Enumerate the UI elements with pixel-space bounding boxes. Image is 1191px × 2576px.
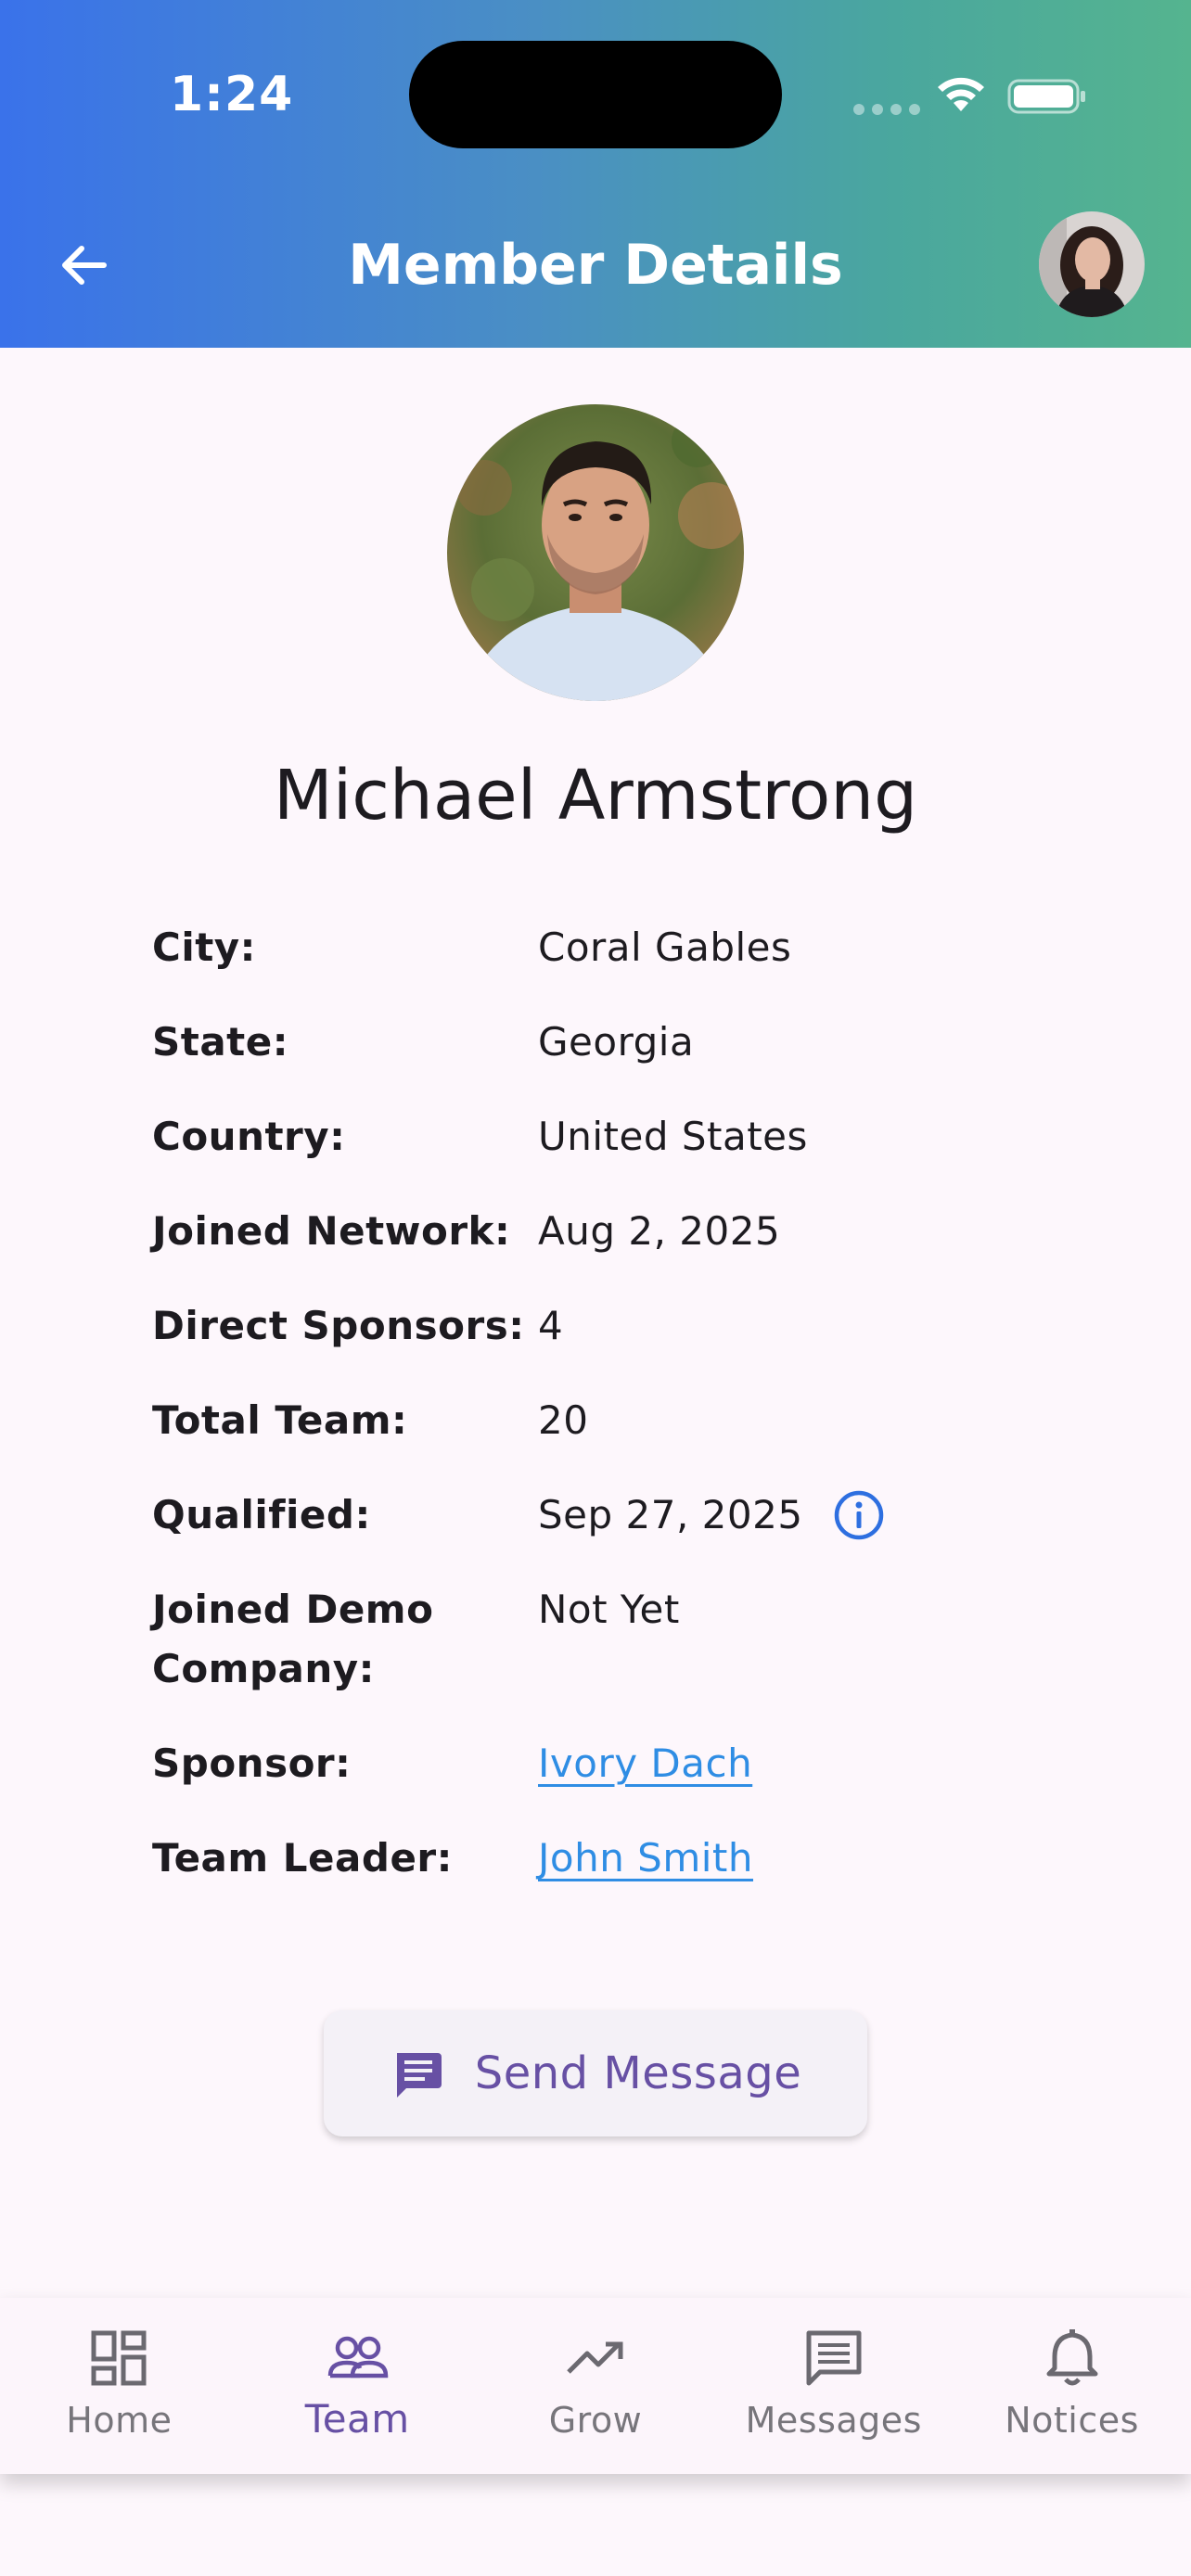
nav-label: Notices xyxy=(1005,2400,1139,2441)
member-details-screen: 1:24 Member Details Michael Armstrong Ci… xyxy=(0,0,1191,2576)
nav-item-team[interactable]: Team xyxy=(238,2298,477,2474)
send-message-label: Send Message xyxy=(474,2047,802,2099)
detail-label: Joined Network: xyxy=(152,1208,511,1254)
battery-icon xyxy=(1007,79,1085,114)
bottom-navigation: Home Team Grow Messages Notices xyxy=(0,2298,1191,2474)
bell-icon xyxy=(1046,2329,1098,2386)
nav-label: Grow xyxy=(548,2400,643,2441)
detail-label: City: xyxy=(152,925,256,970)
detail-row-joined-network: Joined Network: Aug 2, 2025 xyxy=(152,1202,1080,1261)
nav-label: Team xyxy=(304,2396,410,2442)
detail-row-team-leader: Team Leader: John Smith xyxy=(152,1829,1080,1888)
qualified-date: Sep 27, 2025 xyxy=(538,1492,803,1537)
status-time: 1:24 xyxy=(170,67,294,122)
message-icon xyxy=(396,2053,442,2098)
detail-row-qualified: Qualified: Sep 27, 2025 xyxy=(152,1486,1080,1545)
nav-item-notices[interactable]: Notices xyxy=(953,2298,1191,2474)
info-icon[interactable] xyxy=(833,1489,885,1541)
member-details-list: City: Coral Gables State: Georgia Countr… xyxy=(152,918,1080,1923)
member-name: Michael Armstrong xyxy=(273,756,918,835)
sponsor-link[interactable]: Ivory Dach xyxy=(538,1734,752,1793)
member-photo-image xyxy=(447,404,744,701)
detail-label: Joined Demo Company: xyxy=(152,1587,434,1691)
detail-label: Team Leader: xyxy=(152,1835,453,1881)
nav-label: Messages xyxy=(745,2400,922,2441)
detail-label: Country: xyxy=(152,1114,346,1159)
detail-label: Sponsor: xyxy=(152,1741,352,1786)
detail-value: Coral Gables xyxy=(538,925,792,970)
detail-row-joined-demo-company: Joined Demo Company: Not Yet xyxy=(152,1580,1080,1699)
dynamic-island xyxy=(409,41,782,148)
detail-label: Total Team: xyxy=(152,1397,408,1443)
detail-value: United States xyxy=(538,1114,808,1159)
team-icon xyxy=(327,2336,389,2378)
detail-row-sponsor: Sponsor: Ivory Dach xyxy=(152,1734,1080,1793)
send-message-button[interactable]: Send Message xyxy=(324,2010,867,2136)
detail-label: Qualified: xyxy=(152,1492,371,1537)
message-icon xyxy=(806,2330,862,2386)
app-header: 1:24 Member Details xyxy=(0,0,1191,348)
detail-row-state: State: Georgia xyxy=(152,1013,1080,1072)
user-avatar[interactable] xyxy=(1039,211,1145,317)
cellular-signal-icon xyxy=(853,104,920,115)
page-title: Member Details xyxy=(348,233,843,298)
detail-row-country: Country: United States xyxy=(152,1107,1080,1167)
wifi-icon xyxy=(938,77,984,111)
nav-item-messages[interactable]: Messages xyxy=(714,2298,953,2474)
detail-label: State: xyxy=(152,1019,289,1065)
member-photo xyxy=(447,404,744,701)
trending-up-icon xyxy=(567,2341,623,2374)
user-avatar-image xyxy=(1039,211,1145,317)
detail-label: Direct Sponsors: xyxy=(152,1303,525,1348)
detail-row-total-team: Total Team: 20 xyxy=(152,1391,1080,1450)
nav-label: Home xyxy=(66,2400,173,2441)
nav-item-home[interactable]: Home xyxy=(0,2298,238,2474)
detail-value: 20 xyxy=(538,1397,589,1443)
detail-row-city: City: Coral Gables xyxy=(152,918,1080,977)
detail-value: Georgia xyxy=(538,1019,695,1065)
dashboard-icon xyxy=(91,2330,147,2386)
team-leader-link[interactable]: John Smith xyxy=(538,1829,753,1888)
detail-value: 4 xyxy=(538,1303,564,1348)
detail-value: Aug 2, 2025 xyxy=(538,1208,781,1254)
detail-row-direct-sponsors: Direct Sponsors: 4 xyxy=(152,1296,1080,1356)
nav-item-grow[interactable]: Grow xyxy=(477,2298,715,2474)
detail-value-qualified: Sep 27, 2025 xyxy=(538,1486,885,1545)
detail-value: Not Yet xyxy=(538,1587,680,1632)
